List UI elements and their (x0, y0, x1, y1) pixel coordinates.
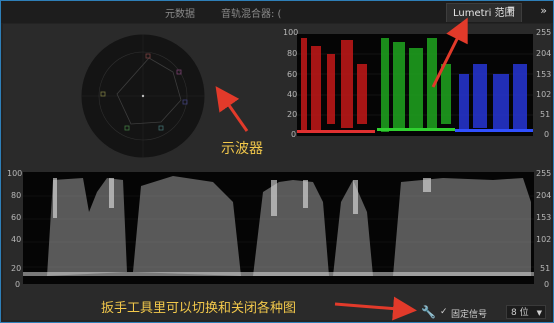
vectorscope (80, 33, 206, 159)
tab-audio-track-mixer[interactable]: 音轨混合器: ( (221, 5, 281, 20)
waveform-trace (133, 176, 241, 276)
parade-blue-trace (473, 64, 487, 128)
parade-blue-trace (459, 74, 469, 132)
waveform-left-tick: 40 (11, 235, 22, 244)
tab-metadata[interactable]: 元数据 (165, 5, 195, 20)
parade-green-trace (441, 64, 451, 124)
annotation-oscilloscope: 示波器 (221, 141, 263, 157)
waveform-highlight (109, 178, 114, 208)
waveform-right-tick: 204 (536, 191, 552, 200)
waveform-right-tick: 51 (540, 264, 551, 273)
rgb-parade (297, 34, 533, 136)
parade-left-tick: 40 (287, 90, 298, 99)
waveform-right-tick: 255 (536, 169, 552, 178)
tab-bar: 元数据 音轨混合器: ( Lumetri 范围 ≡ » (1, 1, 553, 23)
vectorscope-center (141, 94, 145, 98)
parade-blue-floor (455, 129, 533, 132)
waveform-left-tick: 20 (11, 264, 22, 273)
parade-green-trace (409, 48, 423, 128)
parade-red-trace (327, 54, 335, 124)
rgb-parade-traces (297, 38, 533, 133)
parade-green-floor (377, 128, 455, 131)
waveform-highlight (53, 178, 57, 218)
annotation-wrench-tip: 扳手工具里可以切换和关闭各种图 (101, 301, 297, 316)
parade-red-trace (341, 40, 353, 128)
parade-blue-trace (493, 74, 509, 130)
clamp-signal-label: 固定信号 (451, 310, 488, 320)
waveform-right-tick: 102 (536, 235, 552, 244)
parade-left-tick: 20 (287, 110, 298, 119)
waveform-left-tick: 80 (11, 191, 22, 200)
parade-green-trace (427, 38, 437, 130)
parade-right-tick: 0 (544, 130, 550, 139)
chevron-down-icon: ▼ (536, 309, 542, 317)
luma-waveform (23, 172, 534, 284)
parade-right-tick: 102 (536, 90, 552, 99)
double-chevron-right-icon[interactable]: » (540, 4, 547, 17)
parade-left-tick: 80 (287, 49, 298, 58)
parade-right-tick: 51 (540, 110, 551, 119)
bit-depth-value: 8 位 (511, 308, 529, 318)
waveform-highlight (423, 178, 431, 192)
waveform-left-tick: 0 (15, 280, 21, 289)
waveform-highlight (271, 180, 277, 216)
waveform-left-tick: 100 (7, 169, 23, 178)
parade-green-trace (393, 42, 405, 130)
waveform-left-tick: 60 (11, 213, 22, 222)
tab-lumetri-scopes-label: Lumetri 范围 (453, 8, 515, 19)
parade-right-tick: 255 (536, 28, 552, 37)
luma-waveform-traces (23, 176, 534, 276)
waveform-trace (393, 178, 531, 276)
waveform-floor (23, 272, 534, 276)
parade-left-tick: 100 (283, 28, 299, 37)
waveform-highlight (303, 180, 308, 208)
wrench-icon[interactable]: 🔧 (421, 305, 436, 319)
parade-blue-trace (513, 64, 527, 130)
parade-red-floor (297, 130, 375, 133)
parade-right-tick: 153 (536, 70, 552, 79)
parade-left-tick: 0 (291, 130, 297, 139)
parade-right-tick: 204 (536, 49, 552, 58)
bit-depth-select[interactable]: 8 位 ▼ (506, 305, 546, 319)
parade-red-trace (357, 64, 367, 124)
hamburger-icon[interactable]: ≡ (507, 4, 515, 15)
scopes-panel: 100 80 60 40 20 0 255 204 153 102 51 0 1… (3, 24, 551, 320)
waveform-right-tick: 153 (536, 213, 552, 222)
parade-green-trace (381, 38, 389, 132)
waveform-right-tick: 0 (544, 280, 550, 289)
waveform-trace (253, 180, 329, 276)
waveform-trace (47, 178, 127, 276)
parade-red-trace (311, 46, 321, 132)
clamp-signal-checkbox[interactable]: ✓ (440, 307, 448, 317)
parade-red-trace (301, 38, 307, 132)
lumetri-scopes-window: 元数据 音轨混合器: ( Lumetri 范围 ≡ » 100 80 60 40 (0, 0, 554, 323)
parade-left-tick: 60 (287, 70, 298, 79)
waveform-highlight (353, 180, 358, 214)
